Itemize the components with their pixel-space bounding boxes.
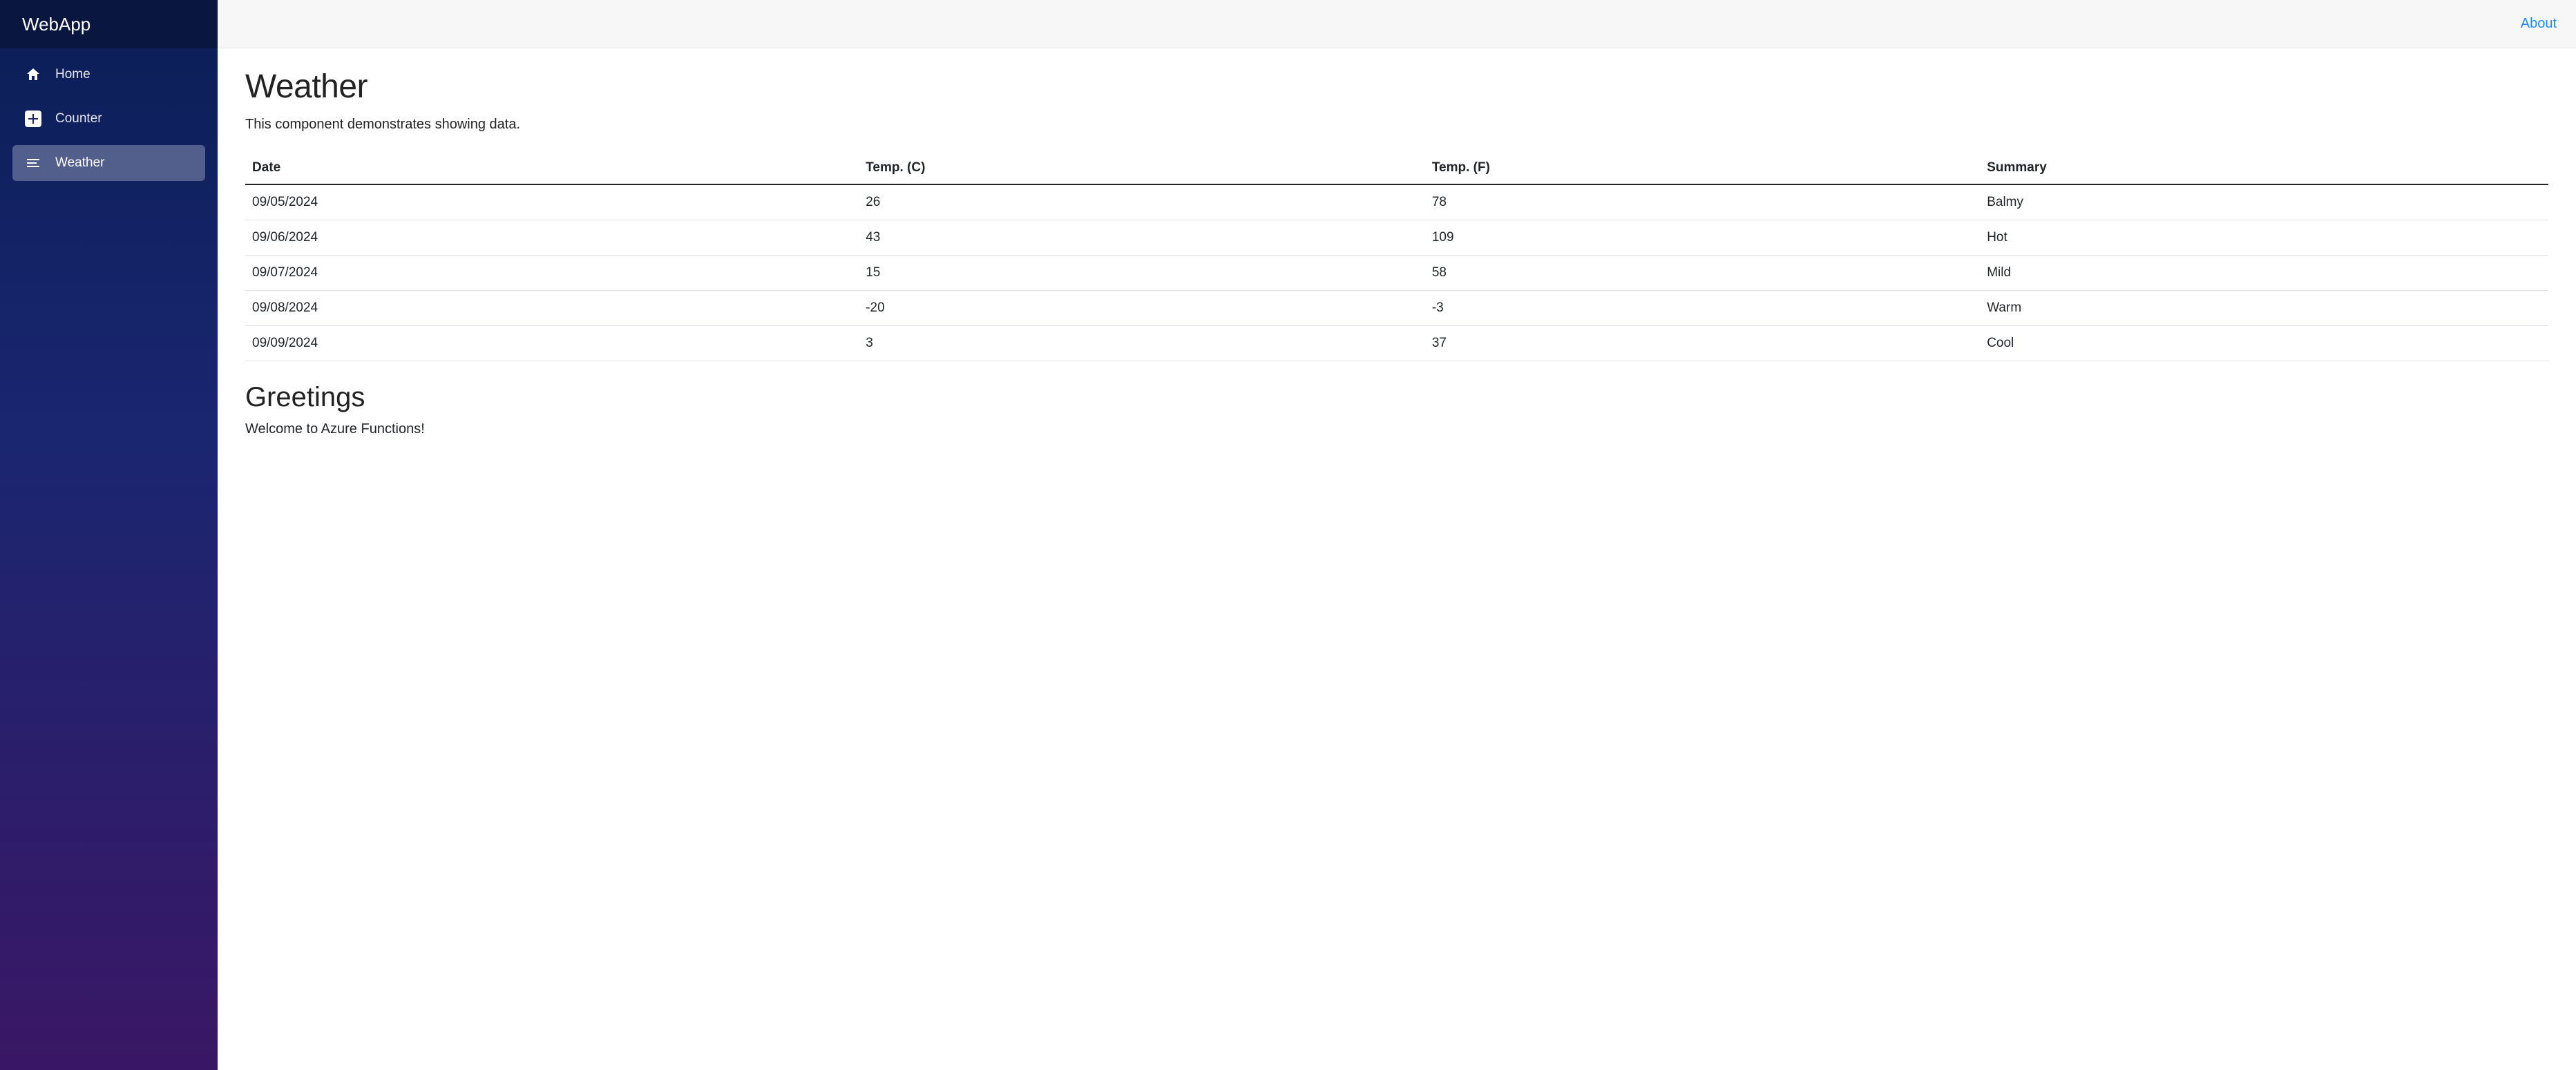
about-link[interactable]: About xyxy=(2521,16,2557,32)
sidebar-item-weather[interactable]: Weather xyxy=(12,145,205,181)
col-header-tempf: Temp. (F) xyxy=(1425,152,1980,184)
list-icon xyxy=(25,155,41,171)
app-brand[interactable]: WebApp xyxy=(0,0,218,48)
cell-summary: Mild xyxy=(1980,256,2548,291)
cell-date: 09/09/2024 xyxy=(245,326,859,361)
weather-table: Date Temp. (C) Temp. (F) Summary 09/05/2… xyxy=(245,152,2548,361)
table-row: 09/05/2024 26 78 Balmy xyxy=(245,184,2548,220)
main: About Weather This component demonstrate… xyxy=(218,0,2576,1070)
cell-tempf: 109 xyxy=(1425,220,1980,256)
page-subtitle: This component demonstrates showing data… xyxy=(245,117,2548,133)
col-header-summary: Summary xyxy=(1980,152,2548,184)
table-row: 09/09/2024 3 37 Cool xyxy=(245,326,2548,361)
greetings-title: Greetings xyxy=(245,382,2548,413)
cell-tempc: -20 xyxy=(859,291,1425,326)
cell-tempf: 37 xyxy=(1425,326,1980,361)
table-row: 09/07/2024 15 58 Mild xyxy=(245,256,2548,291)
col-header-tempc: Temp. (C) xyxy=(859,152,1425,184)
cell-summary: Hot xyxy=(1980,220,2548,256)
cell-tempf: -3 xyxy=(1425,291,1980,326)
cell-date: 09/05/2024 xyxy=(245,184,859,220)
table-row: 09/06/2024 43 109 Hot xyxy=(245,220,2548,256)
cell-tempc: 3 xyxy=(859,326,1425,361)
cell-date: 09/08/2024 xyxy=(245,291,859,326)
topbar: About xyxy=(218,0,2576,48)
content: Weather This component demonstrates show… xyxy=(218,48,2576,457)
table-row: 09/08/2024 -20 -3 Warm xyxy=(245,291,2548,326)
sidebar-item-label: Weather xyxy=(55,155,104,171)
cell-tempc: 15 xyxy=(859,256,1425,291)
cell-tempc: 26 xyxy=(859,184,1425,220)
greetings-text: Welcome to Azure Functions! xyxy=(245,421,2548,437)
sidebar: WebApp Home Counter Weather xyxy=(0,0,218,1070)
cell-date: 09/06/2024 xyxy=(245,220,859,256)
cell-summary: Warm xyxy=(1980,291,2548,326)
sidebar-item-home[interactable]: Home xyxy=(12,57,205,93)
plus-icon xyxy=(25,111,41,127)
sidebar-item-label: Counter xyxy=(55,111,102,126)
cell-date: 09/07/2024 xyxy=(245,256,859,291)
home-icon xyxy=(25,66,41,83)
sidebar-nav: Home Counter Weather xyxy=(0,48,218,181)
cell-summary: Cool xyxy=(1980,326,2548,361)
cell-summary: Balmy xyxy=(1980,184,2548,220)
cell-tempf: 78 xyxy=(1425,184,1980,220)
sidebar-item-label: Home xyxy=(55,67,90,82)
sidebar-item-counter[interactable]: Counter xyxy=(12,101,205,137)
col-header-date: Date xyxy=(245,152,859,184)
cell-tempc: 43 xyxy=(859,220,1425,256)
page-title: Weather xyxy=(245,68,2548,106)
cell-tempf: 58 xyxy=(1425,256,1980,291)
